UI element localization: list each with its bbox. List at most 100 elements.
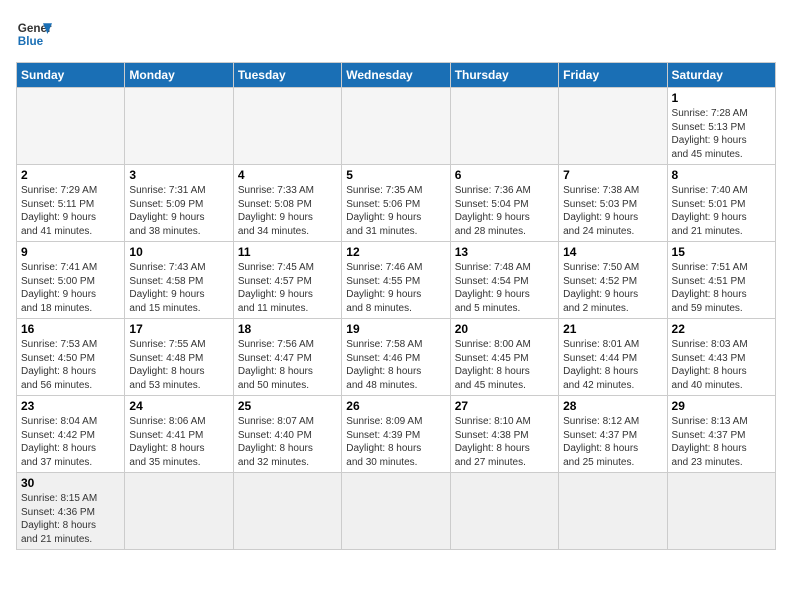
day-info: Sunrise: 8:01 AM Sunset: 4:44 PM Dayligh… — [563, 338, 662, 392]
day-number: 25 — [238, 399, 337, 413]
svg-text:Blue: Blue — [18, 35, 44, 48]
day-cell: 5Sunrise: 7:35 AM Sunset: 5:06 PM Daylig… — [342, 165, 450, 242]
day-cell: 6 Sunrise: 7:36 AM Sunset: 5:04 PM Daylig… — [450, 165, 558, 242]
day-cell: 9Sunrise: 7:41 AM Sunset: 5:00 PM Daylig… — [17, 242, 125, 319]
day-cell: 28 Sunrise: 8:12 AM Sunset: 4:37 PM Dayli… — [559, 396, 667, 473]
day-number: 23 — [21, 399, 120, 413]
day-cell — [125, 473, 233, 550]
day-cell: 12 Sunrise: 7:46 AM Sunset: 4:55 PM Dayli… — [342, 242, 450, 319]
day-info: Sunrise: 8:15 AM Sunset: 4:36 PM Dayligh… — [21, 492, 120, 546]
day-number: 3 — [129, 168, 228, 182]
day-number: 10 — [129, 245, 228, 259]
day-info: Sunrise: 7:48 AM Sunset: 4:54 PM Dayligh… — [455, 261, 554, 315]
day-info: Sunrise: 8:12 AM Sunset: 4:37 PM Dayligh… — [563, 415, 662, 469]
day-cell: 29 Sunrise: 8:13 AM Sunset: 4:37 PM Dayli… — [667, 396, 775, 473]
header-thursday: Thursday — [450, 63, 558, 88]
day-info: Sunrise: 7:56 AM Sunset: 4:47 PM Dayligh… — [238, 338, 337, 392]
day-cell: 23Sunrise: 8:04 AM Sunset: 4:42 PM Dayli… — [17, 396, 125, 473]
day-info: Sunrise: 7:38 AM Sunset: 5:03 PM Dayligh… — [563, 184, 662, 238]
day-cell: 19 Sunrise: 7:58 AM Sunset: 4:46 PM Dayli… — [342, 319, 450, 396]
day-number: 19 — [346, 322, 445, 336]
week-row-4: 23Sunrise: 8:04 AM Sunset: 4:42 PM Dayli… — [17, 396, 776, 473]
day-number: 22 — [672, 322, 771, 336]
day-info: Sunrise: 7:35 AM Sunset: 5:06 PM Dayligh… — [346, 184, 445, 238]
day-cell: 2 Sunrise: 7:29 AM Sunset: 5:11 PM Daylig… — [17, 165, 125, 242]
day-info: Sunrise: 7:45 AM Sunset: 4:57 PM Dayligh… — [238, 261, 337, 315]
day-cell: 1 Sunrise: 7:28 AM Sunset: 5:13 PM Daylig… — [667, 88, 775, 165]
day-cell — [450, 88, 558, 165]
day-info: Sunrise: 7:55 AM Sunset: 4:48 PM Dayligh… — [129, 338, 228, 392]
day-cell: 15Sunrise: 7:51 AM Sunset: 4:51 PM Dayli… — [667, 242, 775, 319]
day-number: 18 — [238, 322, 337, 336]
day-number: 16 — [21, 322, 120, 336]
day-cell — [233, 88, 341, 165]
day-info: Sunrise: 7:28 AM Sunset: 5:13 PM Dayligh… — [672, 107, 771, 161]
day-info: Sunrise: 8:07 AM Sunset: 4:40 PM Dayligh… — [238, 415, 337, 469]
week-row-2: 9Sunrise: 7:41 AM Sunset: 5:00 PM Daylig… — [17, 242, 776, 319]
day-number: 20 — [455, 322, 554, 336]
day-info: Sunrise: 7:46 AM Sunset: 4:55 PM Dayligh… — [346, 261, 445, 315]
page-header: General Blue — [16, 16, 776, 52]
day-cell: 25 Sunrise: 8:07 AM Sunset: 4:40 PM Dayli… — [233, 396, 341, 473]
day-cell — [342, 88, 450, 165]
header-wednesday: Wednesday — [342, 63, 450, 88]
header-friday: Friday — [559, 63, 667, 88]
header-row: SundayMondayTuesdayWednesdayThursdayFrid… — [17, 63, 776, 88]
day-cell: 8 Sunrise: 7:40 AM Sunset: 5:01 PM Daylig… — [667, 165, 775, 242]
day-info: Sunrise: 7:50 AM Sunset: 4:52 PM Dayligh… — [563, 261, 662, 315]
day-number: 11 — [238, 245, 337, 259]
day-cell: 30 Sunrise: 8:15 AM Sunset: 4:36 PM Dayli… — [17, 473, 125, 550]
day-number: 4 — [238, 168, 337, 182]
day-cell — [667, 473, 775, 550]
logo-icon: General Blue — [16, 16, 52, 52]
day-number: 14 — [563, 245, 662, 259]
day-number: 29 — [672, 399, 771, 413]
day-cell: 10 Sunrise: 7:43 AM Sunset: 4:58 PM Dayli… — [125, 242, 233, 319]
day-info: Sunrise: 7:40 AM Sunset: 5:01 PM Dayligh… — [672, 184, 771, 238]
day-number: 24 — [129, 399, 228, 413]
day-cell: 17 Sunrise: 7:55 AM Sunset: 4:48 PM Dayli… — [125, 319, 233, 396]
day-cell — [342, 473, 450, 550]
day-cell: 11 Sunrise: 7:45 AM Sunset: 4:57 PM Dayli… — [233, 242, 341, 319]
week-row-5: 30 Sunrise: 8:15 AM Sunset: 4:36 PM Dayli… — [17, 473, 776, 550]
header-tuesday: Tuesday — [233, 63, 341, 88]
day-info: Sunrise: 7:43 AM Sunset: 4:58 PM Dayligh… — [129, 261, 228, 315]
day-info: Sunrise: 7:51 AM Sunset: 4:51 PM Dayligh… — [672, 261, 771, 315]
day-number: 27 — [455, 399, 554, 413]
day-cell: 24 Sunrise: 8:06 AM Sunset: 4:41 PM Dayli… — [125, 396, 233, 473]
week-row-0: 1 Sunrise: 7:28 AM Sunset: 5:13 PM Daylig… — [17, 88, 776, 165]
day-info: Sunrise: 7:58 AM Sunset: 4:46 PM Dayligh… — [346, 338, 445, 392]
logo: General Blue — [16, 16, 52, 52]
day-number: 21 — [563, 322, 662, 336]
day-number: 1 — [672, 91, 771, 105]
day-cell — [559, 473, 667, 550]
day-cell: 16 Sunrise: 7:53 AM Sunset: 4:50 PM Dayli… — [17, 319, 125, 396]
day-number: 7 — [563, 168, 662, 182]
day-number: 2 — [21, 168, 120, 182]
day-number: 17 — [129, 322, 228, 336]
day-info: Sunrise: 8:06 AM Sunset: 4:41 PM Dayligh… — [129, 415, 228, 469]
day-cell — [233, 473, 341, 550]
day-info: Sunrise: 8:09 AM Sunset: 4:39 PM Dayligh… — [346, 415, 445, 469]
day-cell: 27Sunrise: 8:10 AM Sunset: 4:38 PM Dayli… — [450, 396, 558, 473]
day-cell: 26 Sunrise: 8:09 AM Sunset: 4:39 PM Dayli… — [342, 396, 450, 473]
day-number: 9 — [21, 245, 120, 259]
day-number: 28 — [563, 399, 662, 413]
day-number: 30 — [21, 476, 120, 490]
day-info: Sunrise: 7:33 AM Sunset: 5:08 PM Dayligh… — [238, 184, 337, 238]
day-cell: 4 Sunrise: 7:33 AM Sunset: 5:08 PM Daylig… — [233, 165, 341, 242]
day-info: Sunrise: 7:29 AM Sunset: 5:11 PM Dayligh… — [21, 184, 120, 238]
week-row-3: 16 Sunrise: 7:53 AM Sunset: 4:50 PM Dayli… — [17, 319, 776, 396]
day-info: Sunrise: 8:13 AM Sunset: 4:37 PM Dayligh… — [672, 415, 771, 469]
header-saturday: Saturday — [667, 63, 775, 88]
day-info: Sunrise: 7:36 AM Sunset: 5:04 PM Dayligh… — [455, 184, 554, 238]
day-number: 6 — [455, 168, 554, 182]
day-number: 13 — [455, 245, 554, 259]
day-cell: 13 Sunrise: 7:48 AM Sunset: 4:54 PM Dayli… — [450, 242, 558, 319]
day-cell: 18 Sunrise: 7:56 AM Sunset: 4:47 PM Dayli… — [233, 319, 341, 396]
day-info: Sunrise: 7:53 AM Sunset: 4:50 PM Dayligh… — [21, 338, 120, 392]
day-number: 8 — [672, 168, 771, 182]
day-number: 12 — [346, 245, 445, 259]
day-cell — [450, 473, 558, 550]
day-number: 26 — [346, 399, 445, 413]
